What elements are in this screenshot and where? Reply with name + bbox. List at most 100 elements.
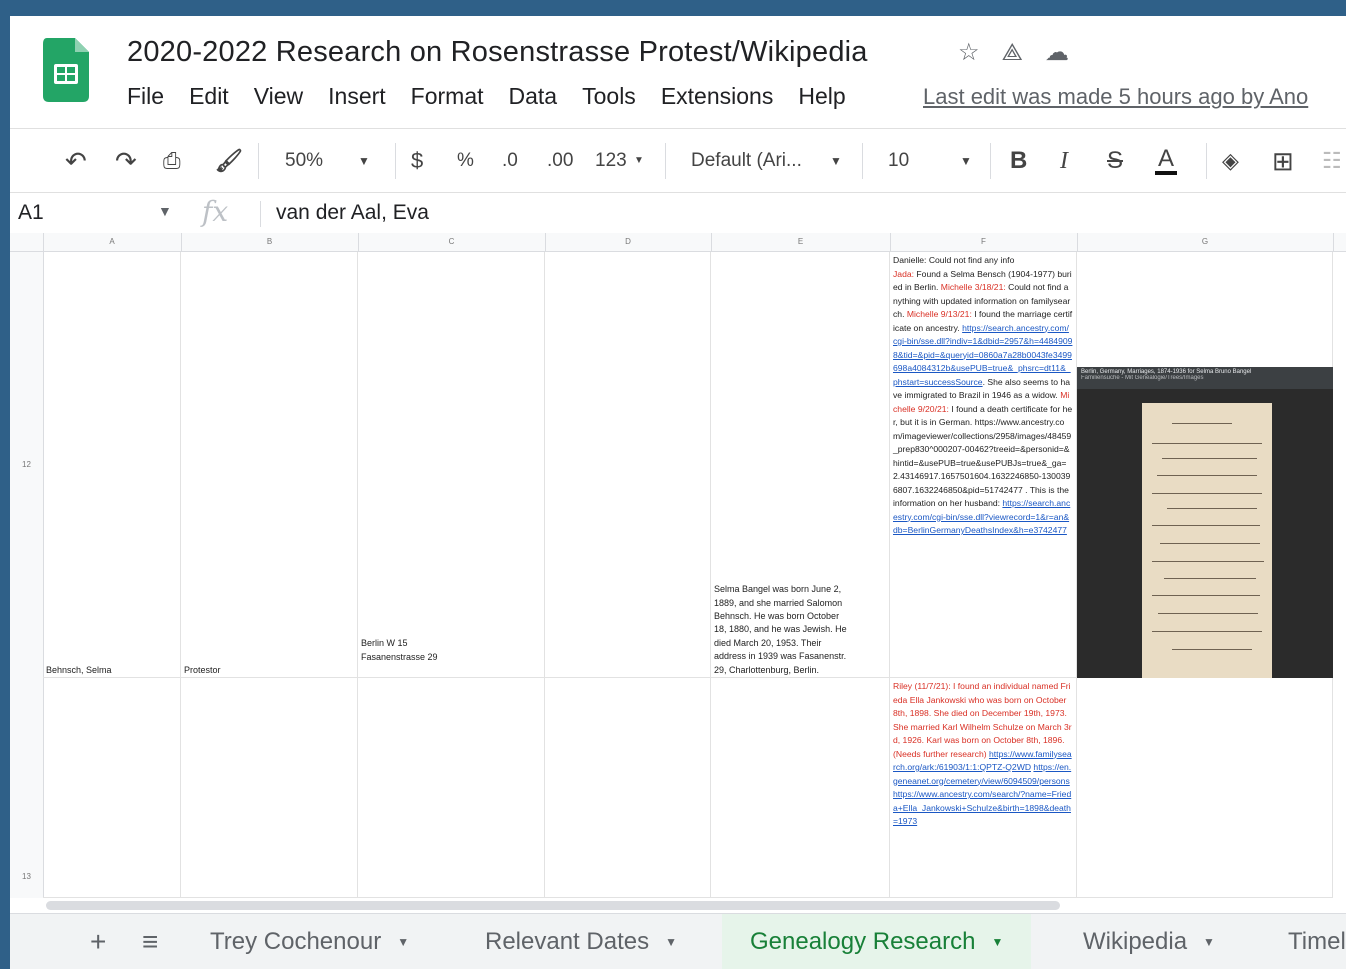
merge-cells-icon[interactable]: ☷ <box>1322 147 1342 175</box>
move-to-drive-icon[interactable]: ⟁ <box>1002 38 1023 68</box>
ancestry-link[interactable]: https://www.ancestry.com/search/?name=Fr… <box>893 789 1071 826</box>
tab-genealogy-research[interactable]: Genealogy Research ▼ <box>722 914 1032 969</box>
table-cell[interactable] <box>358 678 545 898</box>
cell-line: 1889, and she married Salomon <box>714 597 843 608</box>
formula-input[interactable]: van der Aal, Eva <box>276 201 429 225</box>
cloud-status-icon[interactable]: ☁ <box>1045 38 1069 68</box>
row-number: 13 <box>22 872 31 881</box>
font-size-select[interactable]: 10 <box>888 147 909 175</box>
formula-divider <box>260 201 261 227</box>
chevron-down-icon[interactable]: ▼ <box>991 935 1003 949</box>
chevron-down-icon[interactable]: ▼ <box>158 203 172 219</box>
column-header[interactable]: B <box>181 233 359 251</box>
menu-edit[interactable]: Edit <box>189 83 229 110</box>
column-header[interactable]: C <box>358 233 546 251</box>
select-all-corner[interactable] <box>10 233 44 251</box>
bold-button[interactable]: B <box>1010 147 1027 175</box>
tab-label: Relevant Dates <box>485 928 650 955</box>
tab-relevant-dates[interactable]: Relevant Dates ▼ <box>475 914 687 969</box>
table-cell[interactable]: Selma Bangel was born June 2, 1889, and … <box>711 252 890 678</box>
print-icon[interactable]: ⎙ <box>163 147 181 175</box>
zoom-select[interactable]: 50% <box>285 147 323 175</box>
star-icon[interactable]: ☆ <box>958 38 980 68</box>
table-cell[interactable]: Behnsch, Selma <box>43 252 181 678</box>
fx-icon: fx <box>202 195 229 228</box>
increase-decimal-button[interactable]: .00 <box>547 147 573 175</box>
paint-format-icon[interactable]: 🖌 <box>215 147 243 175</box>
fill-color-icon[interactable]: ◈ <box>1222 147 1239 175</box>
column-header[interactable]: E <box>711 233 891 251</box>
menu-bar: File Edit View Insert Format Data Tools … <box>127 83 871 110</box>
formula-bar: A1 ▼ fx van der Aal, Eva <box>10 192 1346 234</box>
menu-format[interactable]: Format <box>411 83 484 110</box>
row-header[interactable]: 13 <box>10 678 44 898</box>
strikethrough-button[interactable]: S <box>1107 147 1123 175</box>
document-scan <box>1142 403 1272 678</box>
note-author: Michelle 9/13/21: <box>906 309 972 319</box>
document-title[interactable]: 2020-2022 Research on Rosenstrasse Prote… <box>127 36 868 69</box>
cell-text: Protestor <box>184 664 221 675</box>
redo-icon[interactable]: ↷ <box>115 147 137 175</box>
all-sheets-button[interactable]: ≡ <box>142 926 158 958</box>
table-cell[interactable] <box>711 678 890 898</box>
chevron-down-icon[interactable]: ▼ <box>634 147 644 175</box>
tab-trey-cochenour[interactable]: Trey Cochenour ▼ <box>200 914 419 969</box>
column-header[interactable]: A <box>43 233 182 251</box>
undo-icon[interactable]: ↶ <box>65 147 87 175</box>
chevron-down-icon[interactable]: ▼ <box>358 147 370 175</box>
text-color-button[interactable]: A <box>1155 147 1178 175</box>
marriage-record-image[interactable]: Berlin, Germany, Marriages, 1874-1936 fo… <box>1077 367 1333 678</box>
column-header[interactable]: G <box>1077 233 1334 251</box>
last-edit-link[interactable]: Last edit was made 5 hours ago by Ano <box>923 84 1308 110</box>
row-number: 12 <box>22 460 31 469</box>
font-family-select[interactable]: Default (Ari... <box>691 147 802 175</box>
tab-label: Wikipedia <box>1083 928 1188 955</box>
tab-label: Timel <box>1288 928 1346 955</box>
table-cell[interactable] <box>43 678 181 898</box>
menu-file[interactable]: File <box>127 83 164 110</box>
table-cell[interactable]: Protestor <box>181 252 358 678</box>
research-notes-cell[interactable]: Danielle: Could not find any info Jada: … <box>890 252 1077 678</box>
table-cell[interactable] <box>1077 678 1333 898</box>
sheets-window: 2020-2022 Research on Rosenstrasse Prote… <box>10 16 1346 969</box>
borders-icon[interactable]: ⊞ <box>1272 147 1294 175</box>
table-cell[interactable] <box>181 678 358 898</box>
chevron-down-icon[interactable]: ▼ <box>960 147 972 175</box>
menu-view[interactable]: View <box>254 83 303 110</box>
name-box[interactable]: A1 <box>18 201 44 225</box>
tab-timeline[interactable]: Timel <box>1278 914 1346 969</box>
menu-data[interactable]: Data <box>509 83 558 110</box>
menu-help[interactable]: Help <box>798 83 845 110</box>
table-cell[interactable]: Berlin W 15 Fasanenstrasse 29 <box>358 252 545 678</box>
menu-insert[interactable]: Insert <box>328 83 386 110</box>
note-text: Danielle: Could not find any info <box>893 255 1015 265</box>
table-cell[interactable] <box>545 252 711 678</box>
more-formats-button[interactable]: 123 <box>595 147 627 175</box>
title-actions: ☆ ⟁ ☁ <box>958 38 1069 68</box>
chevron-down-icon[interactable]: ▼ <box>1203 935 1215 949</box>
add-sheet-button[interactable]: + <box>90 926 106 958</box>
menu-tools[interactable]: Tools <box>582 83 636 110</box>
chevron-down-icon[interactable]: ▼ <box>665 935 677 949</box>
currency-button[interactable]: $ <box>411 147 423 175</box>
toolbar: ↶ ↷ ⎙ 🖌 50% ▼ $ % .0 .00 123 ▼ Default (… <box>10 128 1346 193</box>
cell-line: 29, Charlottenburg, Berlin. <box>714 664 820 675</box>
column-header[interactable]: F <box>890 233 1078 251</box>
percent-button[interactable]: % <box>457 147 474 175</box>
tab-wikipedia[interactable]: Wikipedia ▼ <box>1073 914 1225 969</box>
note-text: Riley (11/7/21): I found an individual n… <box>893 681 1072 759</box>
sheets-logo-icon[interactable] <box>43 38 89 102</box>
chevron-down-icon[interactable]: ▼ <box>830 147 842 175</box>
table-cell[interactable] <box>545 678 711 898</box>
toolbar-divider <box>395 143 396 179</box>
horizontal-scrollbar[interactable] <box>46 901 1060 910</box>
decrease-decimal-button[interactable]: .0 <box>502 147 518 175</box>
menu-extensions[interactable]: Extensions <box>661 83 774 110</box>
research-notes-cell[interactable]: Riley (11/7/21): I found an individual n… <box>890 678 1077 898</box>
note-author: Jada: <box>893 268 915 279</box>
italic-button[interactable]: I <box>1060 147 1068 175</box>
column-header[interactable]: D <box>545 233 712 251</box>
note-text: https://www.ancestry.com/imageviewer/col… <box>893 417 1072 495</box>
chevron-down-icon[interactable]: ▼ <box>397 935 409 949</box>
row-header[interactable]: 12 <box>10 252 44 678</box>
